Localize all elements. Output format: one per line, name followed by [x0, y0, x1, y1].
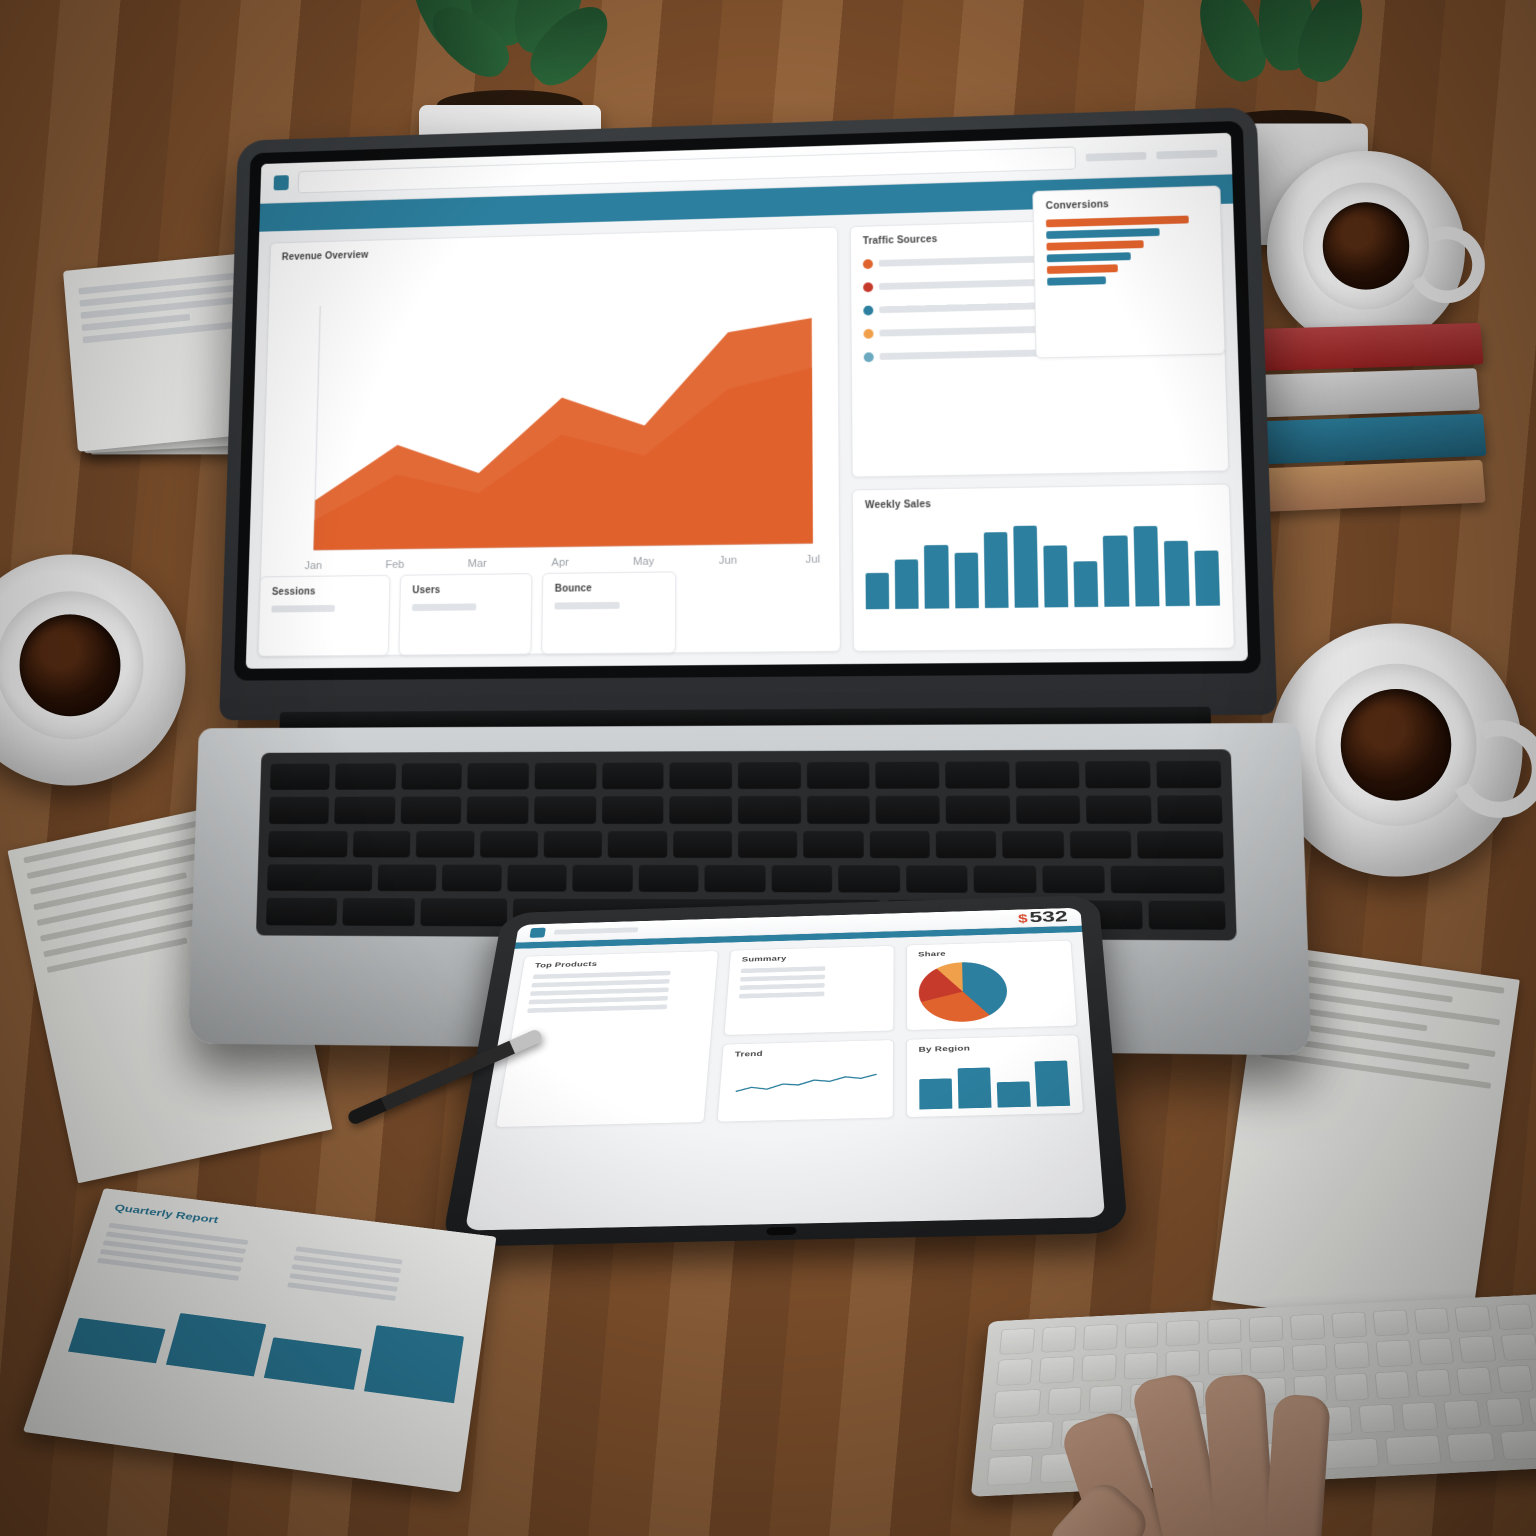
desk-scene: Revenue Overview JanFebMarAprMayJunJul — [0, 0, 1536, 1536]
